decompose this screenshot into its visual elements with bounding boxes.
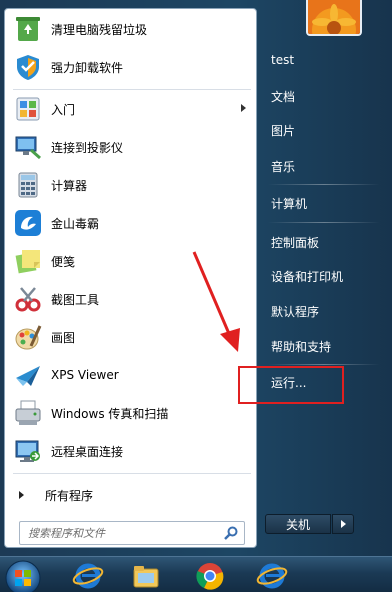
all-programs-label: 所有程序 — [45, 488, 94, 503]
right-item-computer[interactable]: 计算机 — [262, 189, 386, 217]
separator — [13, 89, 251, 90]
right-item-devices-printers[interactable]: 设备和打印机 — [262, 262, 386, 290]
program-label: 入门 — [51, 102, 76, 117]
right-item-user[interactable]: test — [262, 46, 386, 74]
snipping-tool-icon — [15, 287, 41, 312]
separator — [268, 184, 380, 185]
right-item-documents[interactable]: 文档 — [262, 82, 386, 110]
calculator-icon — [18, 172, 38, 198]
right-item-label: 默认程序 — [271, 304, 320, 319]
program-label: 连接到投影仪 — [51, 140, 124, 155]
recycle-icon — [16, 17, 40, 41]
sticky-notes-icon — [15, 250, 40, 274]
separator — [268, 364, 380, 365]
user-avatar[interactable] — [306, 0, 362, 36]
search-box[interactable] — [19, 521, 245, 545]
right-item-label: 文档 — [271, 89, 296, 104]
program-label: 强力卸载软件 — [51, 60, 124, 75]
program-item-projector[interactable]: 连接到投影仪 — [7, 129, 256, 165]
shutdown-button[interactable]: 关机 — [265, 514, 331, 534]
submenu-arrow-icon — [241, 104, 246, 112]
program-item-xps-viewer[interactable]: XPS Viewer — [7, 357, 256, 393]
taskbar — [0, 556, 392, 592]
program-label: 计算器 — [51, 178, 88, 193]
chrome-icon[interactable] — [194, 561, 226, 591]
start-orb-icon[interactable] — [4, 559, 42, 592]
duba-antivirus-icon — [15, 210, 41, 236]
right-item-default-programs[interactable]: 默认程序 — [262, 297, 386, 325]
shutdown-options-button[interactable] — [332, 514, 354, 534]
shutdown-label: 关机 — [285, 517, 310, 532]
explorer-icon[interactable] — [130, 561, 162, 591]
ie-icon[interactable] — [256, 561, 288, 591]
program-label: 清理电脑残留垃圾 — [51, 22, 148, 37]
program-item-fax-scan[interactable]: Windows 传真和扫描 — [7, 395, 256, 431]
program-label: 远程桌面连接 — [51, 444, 124, 459]
right-item-label: 控制面板 — [271, 235, 320, 250]
uninstall-shield-icon — [17, 55, 39, 80]
paint-icon — [15, 325, 42, 350]
program-label: 金山毒霸 — [51, 216, 100, 231]
separator — [13, 473, 251, 474]
program-label: XPS Viewer — [51, 368, 119, 382]
annotation-arrow-icon — [192, 251, 240, 352]
program-label: 便笺 — [51, 254, 76, 269]
right-item-pictures[interactable]: 图片 — [262, 116, 386, 144]
program-item-duba[interactable]: 金山毒霸 — [7, 205, 256, 241]
program-item-remote-desktop[interactable]: 远程桌面连接 — [7, 433, 256, 469]
ie-icon[interactable] — [72, 561, 104, 591]
program-label: Windows 传真和扫描 — [51, 406, 169, 421]
program-label: 截图工具 — [51, 292, 100, 307]
getting-started-icon — [16, 97, 40, 121]
annotation-highlight-box — [238, 366, 344, 404]
right-item-label: test — [271, 53, 295, 67]
all-programs-arrow-icon — [19, 491, 24, 499]
search-input[interactable] — [20, 523, 223, 543]
program-item-calculator[interactable]: 计算器 — [7, 167, 256, 203]
program-item-cleanup[interactable]: 清理电脑残留垃圾 — [7, 11, 256, 47]
program-label: 画图 — [51, 330, 76, 345]
fax-scan-icon — [15, 400, 41, 425]
separator — [268, 222, 380, 223]
chevron-right-icon — [340, 520, 346, 528]
right-item-label: 音乐 — [271, 159, 296, 174]
all-programs-button[interactable]: 所有程序 — [7, 483, 256, 507]
projector-icon — [15, 136, 41, 160]
search-icon[interactable] — [223, 525, 239, 541]
right-item-label: 设备和打印机 — [271, 269, 344, 284]
right-item-music[interactable]: 音乐 — [262, 152, 386, 180]
right-item-label: 计算机 — [271, 196, 308, 211]
right-item-control-panel[interactable]: 控制面板 — [262, 228, 386, 256]
right-item-label: 图片 — [271, 123, 296, 138]
program-item-getting-started[interactable]: 入门 — [7, 91, 256, 127]
remote-desktop-icon — [15, 440, 40, 462]
right-item-help-support[interactable]: 帮助和支持 — [262, 332, 386, 360]
program-item-uninstall[interactable]: 强力卸载软件 — [7, 49, 256, 85]
right-item-label: 帮助和支持 — [271, 339, 332, 354]
flower-avatar-icon — [308, 0, 360, 34]
xps-viewer-icon — [16, 366, 40, 386]
